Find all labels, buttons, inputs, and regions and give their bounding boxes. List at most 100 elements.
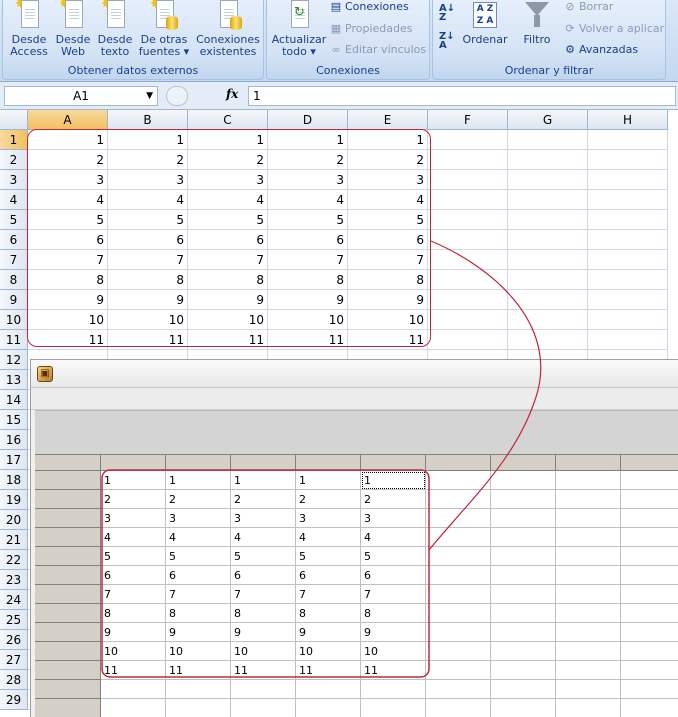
cell-f1[interactable] — [428, 130, 508, 150]
grid-cell[interactable]: 10 — [361, 642, 426, 661]
grid-cell[interactable] — [621, 642, 678, 661]
row-header-29[interactable]: 29 — [0, 690, 28, 710]
row-header-28[interactable]: 28 — [0, 670, 28, 690]
grid-column-header[interactable] — [361, 455, 426, 471]
cell-h3[interactable] — [588, 170, 668, 190]
column-header-a[interactable]: A — [28, 110, 108, 130]
cell-c9[interactable]: 9 — [188, 290, 268, 310]
grid-cell[interactable] — [491, 509, 556, 528]
chevron-down-icon[interactable]: ▼ — [146, 87, 153, 105]
cell-a4[interactable]: 4 — [28, 190, 108, 210]
sort-za-button[interactable]: Z↓ A — [439, 32, 455, 51]
grid-corner[interactable] — [35, 455, 101, 471]
grid-cell[interactable]: 4 — [361, 528, 426, 547]
column-header-h[interactable]: H — [588, 110, 668, 130]
grid-cell[interactable] — [426, 699, 491, 717]
cell-d6[interactable]: 6 — [268, 230, 348, 250]
grid-cell[interactable] — [491, 490, 556, 509]
grid-row-header[interactable] — [35, 623, 101, 642]
cell-g4[interactable] — [508, 190, 588, 210]
cell-c7[interactable]: 7 — [188, 250, 268, 270]
cell-h6[interactable] — [588, 230, 668, 250]
grid-cell[interactable]: 9 — [231, 623, 296, 642]
grid-cell[interactable] — [556, 604, 621, 623]
grid-cell[interactable] — [621, 566, 678, 585]
cell-f11[interactable] — [428, 330, 508, 350]
cell-b11[interactable]: 11 — [108, 330, 188, 350]
row-header-22[interactable]: 22 — [0, 550, 28, 570]
cell-h10[interactable] — [588, 310, 668, 330]
grid-cell[interactable] — [101, 680, 166, 699]
grid-cell[interactable]: 9 — [101, 623, 166, 642]
grid-cell[interactable] — [231, 680, 296, 699]
cell-b5[interactable]: 5 — [108, 210, 188, 230]
cell-d4[interactable]: 4 — [268, 190, 348, 210]
grid-cell[interactable] — [426, 604, 491, 623]
grid-cell[interactable]: 11 — [101, 661, 166, 680]
grid-cell[interactable] — [101, 699, 166, 717]
cell-c2[interactable]: 2 — [188, 150, 268, 170]
row-header-27[interactable]: 27 — [0, 650, 28, 670]
grid-cell[interactable] — [556, 699, 621, 717]
cell-a6[interactable]: 6 — [28, 230, 108, 250]
grid-cell[interactable]: 2 — [296, 490, 361, 509]
cell-d5[interactable]: 5 — [268, 210, 348, 230]
row-header-6[interactable]: 6 — [0, 230, 28, 250]
row-header-26[interactable]: 26 — [0, 630, 28, 650]
avanzadas-button[interactable]: ⚙ Avanzadas — [563, 43, 638, 56]
grid-cell[interactable] — [491, 623, 556, 642]
cell-c11[interactable]: 11 — [188, 330, 268, 350]
grid-cell[interactable]: 2 — [101, 490, 166, 509]
row-header-16[interactable]: 16 — [0, 430, 28, 450]
grid-cell[interactable] — [426, 490, 491, 509]
grid-cell[interactable]: 5 — [166, 547, 231, 566]
grid-cell[interactable]: 5 — [296, 547, 361, 566]
row-header-1[interactable]: 1 — [0, 130, 28, 150]
cell-b6[interactable]: 6 — [108, 230, 188, 250]
grid-cell[interactable] — [556, 547, 621, 566]
cell-g10[interactable] — [508, 310, 588, 330]
cell-f4[interactable] — [428, 190, 508, 210]
grid-cell[interactable]: 3 — [361, 509, 426, 528]
cell-d2[interactable]: 2 — [268, 150, 348, 170]
grid-cell[interactable] — [491, 585, 556, 604]
grid-cell[interactable] — [491, 566, 556, 585]
grid-cell[interactable] — [426, 528, 491, 547]
grid-cell[interactable] — [166, 680, 231, 699]
grid-cell[interactable] — [556, 623, 621, 642]
grid-cell[interactable] — [621, 528, 678, 547]
grid-cell[interactable]: 3 — [166, 509, 231, 528]
row-header-25[interactable]: 25 — [0, 610, 28, 630]
name-box[interactable]: A1 ▼ — [4, 86, 158, 106]
cell-f7[interactable] — [428, 250, 508, 270]
grid-cell[interactable] — [361, 680, 426, 699]
grid-row-header[interactable] — [35, 661, 101, 680]
row-header-11[interactable]: 11 — [0, 330, 28, 350]
cell-a5[interactable]: 5 — [28, 210, 108, 230]
cell-b7[interactable]: 7 — [108, 250, 188, 270]
filtro-button[interactable]: Filtro — [517, 0, 557, 46]
cell-e5[interactable]: 5 — [348, 210, 428, 230]
grid-cell[interactable]: 2 — [361, 490, 426, 509]
row-header-13[interactable]: 13 — [0, 370, 28, 390]
cell-b3[interactable]: 3 — [108, 170, 188, 190]
grid-row-header[interactable] — [35, 547, 101, 566]
cell-h9[interactable] — [588, 290, 668, 310]
cell-g5[interactable] — [508, 210, 588, 230]
grid-cell[interactable]: 8 — [101, 604, 166, 623]
column-header-f[interactable]: F — [428, 110, 508, 130]
grid-window[interactable]: ▣ 11111222223333344444555556666677777888… — [30, 359, 678, 717]
grid-cell[interactable]: 1 — [166, 471, 231, 490]
row-header-20[interactable]: 20 — [0, 510, 28, 530]
grid-cell[interactable] — [556, 490, 621, 509]
cell-d1[interactable]: 1 — [268, 130, 348, 150]
grid-cell[interactable]: 7 — [166, 585, 231, 604]
grid-cell[interactable]: 6 — [296, 566, 361, 585]
grid-cell[interactable]: 2 — [231, 490, 296, 509]
grid-cell[interactable]: 5 — [361, 547, 426, 566]
cell-c3[interactable]: 3 — [188, 170, 268, 190]
cell-h11[interactable] — [588, 330, 668, 350]
grid-cell[interactable] — [556, 471, 621, 490]
grid-row-header[interactable] — [35, 699, 101, 717]
grid-cell[interactable]: 4 — [231, 528, 296, 547]
